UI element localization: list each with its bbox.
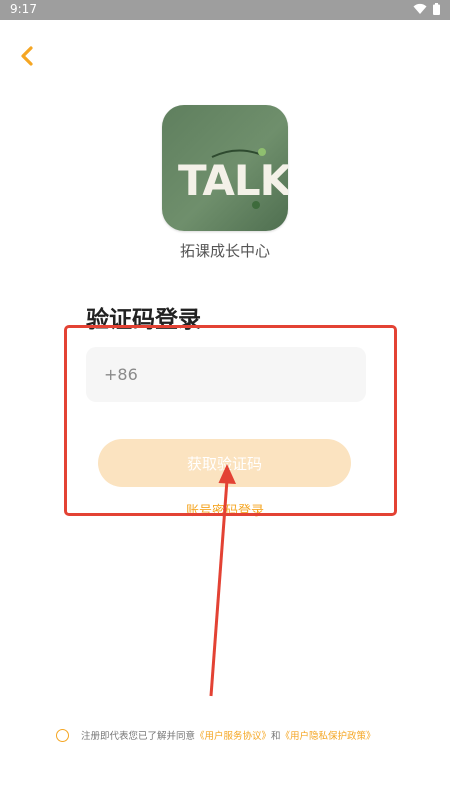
status-bar: 9:17: [0, 0, 450, 20]
logo-wordmark: TALK: [178, 156, 288, 205]
app-name: 拓课成长中心: [179, 242, 270, 260]
phone-input[interactable]: [145, 364, 350, 385]
get-code-button[interactable]: 获取验证码: [98, 439, 351, 487]
page-title: 验证码登录: [86, 307, 201, 333]
status-time: 9:17: [10, 2, 37, 16]
chevron-left-icon: [14, 42, 42, 70]
status-icons: [413, 3, 440, 15]
agree-checkbox[interactable]: [56, 728, 69, 742]
privacy-policy-link[interactable]: 《用户隐私保护政策》: [281, 728, 376, 742]
agreement-row: 注册即代表您已了解并同意 《用户服务协议》 和 《用户隐私保护政策》: [56, 728, 376, 742]
agreement-conjunction: 和: [271, 731, 281, 742]
back-button[interactable]: [14, 42, 42, 70]
country-code[interactable]: +86: [104, 365, 138, 384]
battery-icon: [433, 3, 440, 15]
app-logo: TALK: [162, 105, 288, 231]
wifi-icon: [413, 3, 427, 15]
user-agreement-link[interactable]: 《用户服务协议》: [195, 728, 271, 742]
agreement-prefix: 注册即代表您已了解并同意: [81, 731, 196, 742]
phone-field[interactable]: +86: [86, 347, 366, 402]
password-login-link[interactable]: 账号密码登录: [0, 500, 450, 519]
